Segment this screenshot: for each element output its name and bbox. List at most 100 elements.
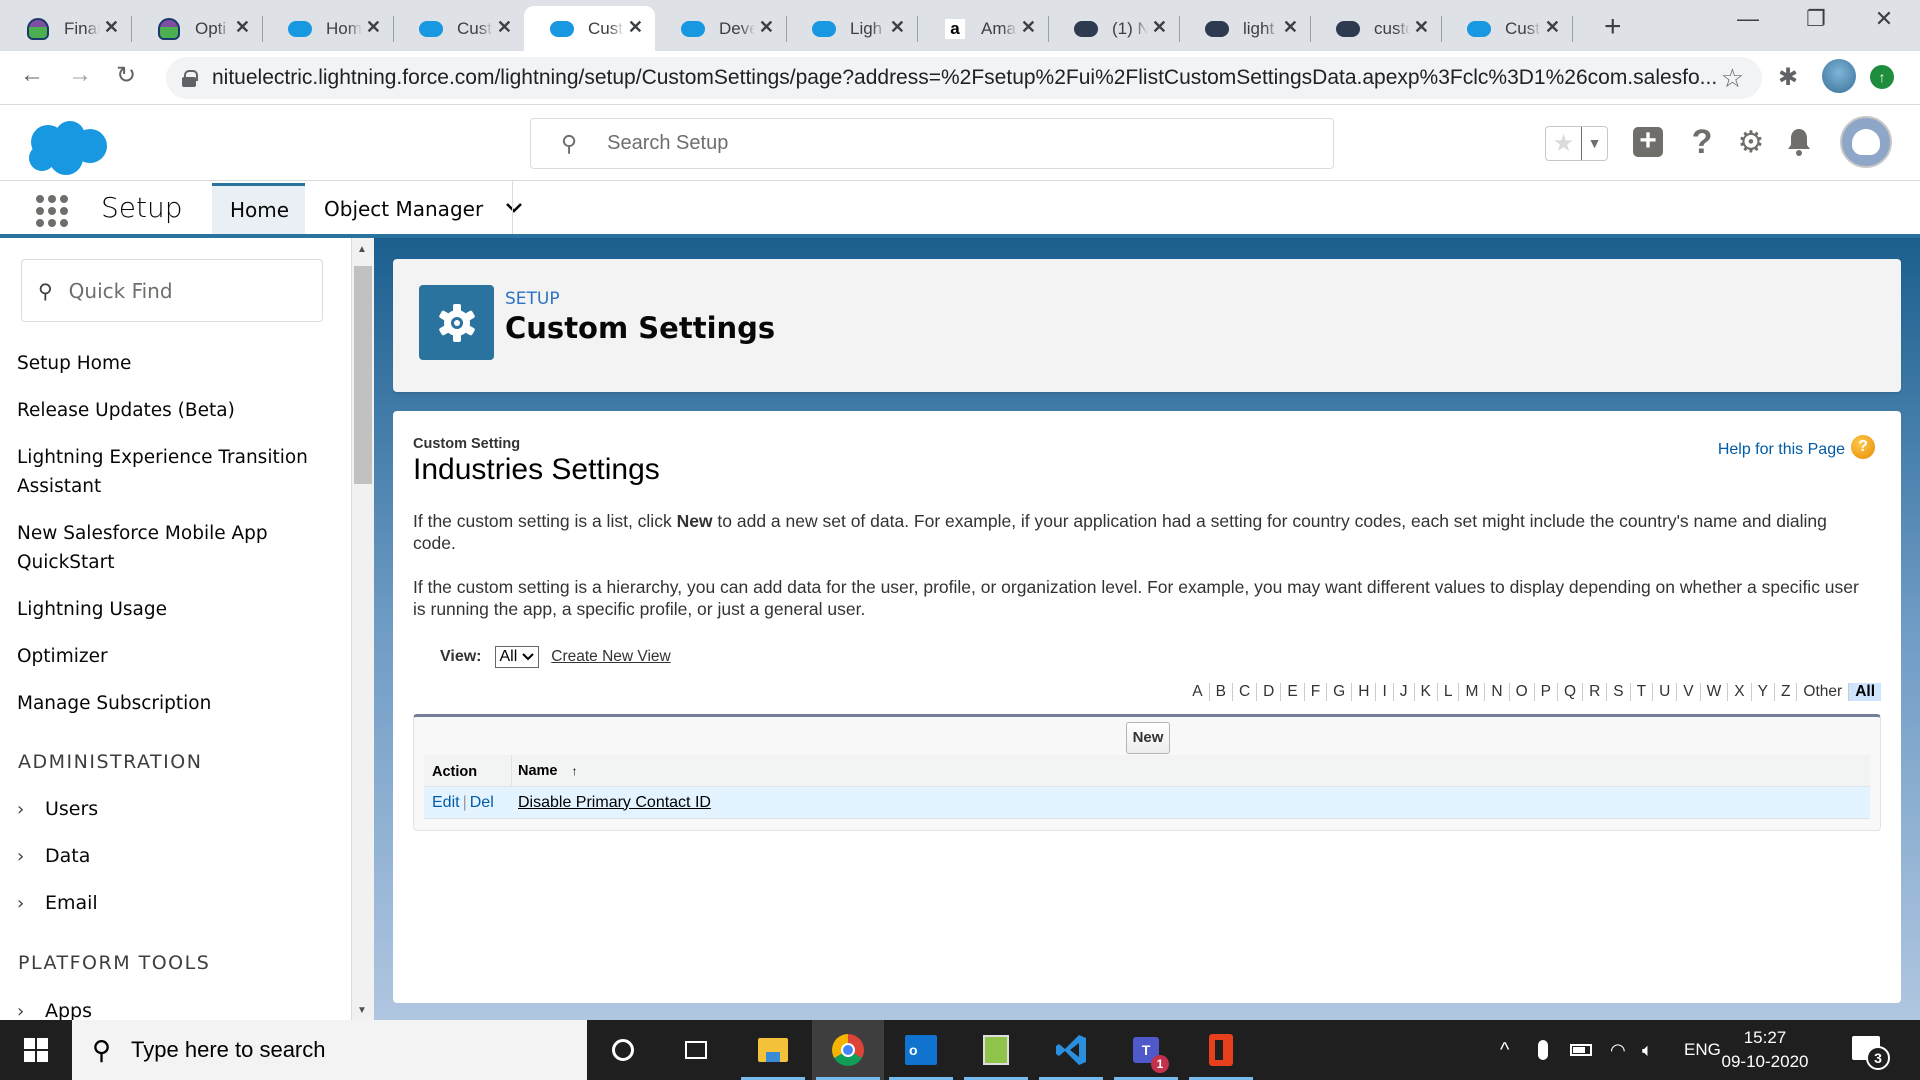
outlook-icon[interactable]: o xyxy=(885,1020,957,1080)
alpha-filter-other[interactable]: Other xyxy=(1797,683,1850,701)
battery-icon[interactable] xyxy=(1570,1020,1592,1080)
new-tab-button[interactable]: + xyxy=(1604,10,1622,44)
address-bar[interactable]: nituelectric.lightning.force.com/lightni… xyxy=(166,57,1762,99)
browser-tab[interactable]: Opti ✕ xyxy=(131,6,263,51)
favorites-button[interactable]: ★ ▼ xyxy=(1545,126,1608,161)
alpha-filter-i[interactable]: I xyxy=(1376,683,1394,701)
setup-search-input[interactable]: ⚲ Search Setup xyxy=(530,118,1334,169)
close-tab-icon[interactable]: ✕ xyxy=(104,17,119,38)
browser-tab[interactable]: Cust ✕ xyxy=(393,6,524,51)
chrome-icon[interactable] xyxy=(812,1020,884,1080)
delete-link[interactable]: Del xyxy=(470,794,494,811)
notepad-plus-plus-icon[interactable] xyxy=(960,1020,1032,1080)
close-tab-icon[interactable]: ✕ xyxy=(235,17,250,38)
alpha-filter-z[interactable]: Z xyxy=(1775,683,1798,701)
volume-icon[interactable]: 🔈︎ xyxy=(1642,1020,1653,1080)
alpha-filter-s[interactable]: S xyxy=(1607,683,1631,701)
sidebar-item-optimizer[interactable]: Optimizer xyxy=(17,642,317,671)
file-explorer-icon[interactable] xyxy=(737,1020,809,1080)
edit-link[interactable]: Edit xyxy=(432,794,460,811)
close-tab-icon[interactable]: ✕ xyxy=(1021,17,1036,38)
profile-avatar[interactable] xyxy=(1822,59,1856,93)
view-select[interactable]: All xyxy=(494,646,540,668)
bookmark-star-icon[interactable]: ☆ xyxy=(1721,63,1744,94)
salesforce-logo[interactable] xyxy=(24,118,110,178)
close-tab-icon[interactable]: ✕ xyxy=(1414,17,1429,38)
alpha-filter-d[interactable]: D xyxy=(1257,683,1282,701)
alpha-filter-h[interactable]: H xyxy=(1352,683,1377,701)
taskbar-search-box[interactable]: ⚲ Type here to search xyxy=(72,1020,587,1080)
alpha-filter-g[interactable]: G xyxy=(1327,683,1353,701)
browser-tab[interactable]: Cust ✕ xyxy=(1441,6,1573,51)
sidebar-item-release-updates[interactable]: Release Updates (Beta) xyxy=(17,396,317,425)
action-center-icon[interactable]: 3 xyxy=(1852,1036,1890,1070)
close-tab-icon[interactable]: ✕ xyxy=(1545,17,1560,38)
system-clock[interactable]: 15:27 09-10-2020 xyxy=(1710,1026,1820,1074)
alpha-filter-c[interactable]: C xyxy=(1233,683,1258,701)
help-icon[interactable]: ? xyxy=(1686,123,1718,161)
scroll-up-arrow-icon[interactable]: ▲ xyxy=(357,244,367,255)
close-tab-icon[interactable]: ✕ xyxy=(759,17,774,38)
alpha-filter-n[interactable]: N xyxy=(1485,683,1510,701)
chevron-right-icon[interactable]: › xyxy=(17,1001,45,1021)
sidebar-item-lightning-transition-assistant[interactable]: Lightning Experience Transition Assistan… xyxy=(17,443,327,501)
tab-home[interactable]: Home xyxy=(212,183,305,234)
alpha-filter-p[interactable]: P xyxy=(1535,683,1558,701)
alpha-filter-all[interactable]: All xyxy=(1849,683,1881,701)
sidebar-item-lightning-usage[interactable]: Lightning Usage xyxy=(17,595,317,624)
browser-tab[interactable]: Deve ✕ xyxy=(655,6,787,51)
alpha-filter-a[interactable]: A xyxy=(1186,683,1210,701)
close-tab-icon[interactable]: ✕ xyxy=(890,17,905,38)
quick-find-input[interactable]: ⚲ Quick Find xyxy=(21,259,323,322)
restore-button[interactable]: ❐ xyxy=(1786,6,1846,32)
browser-tab[interactable]: a Ama ✕ xyxy=(917,6,1049,51)
sidebar-tree-data[interactable]: › Data xyxy=(17,845,90,867)
alpha-filter-e[interactable]: E xyxy=(1281,683,1305,701)
back-arrow-icon[interactable]: ← xyxy=(20,61,44,89)
browser-tab[interactable]: Cust ✕ xyxy=(524,6,655,51)
minimize-button[interactable]: — xyxy=(1718,6,1778,32)
alpha-filter-t[interactable]: T xyxy=(1631,683,1654,701)
extensions-puzzle-icon[interactable]: ✱ xyxy=(1778,63,1798,92)
microphone-icon[interactable] xyxy=(1538,1020,1548,1080)
scrollbar-thumb[interactable] xyxy=(354,266,372,484)
alpha-filter-b[interactable]: B xyxy=(1210,683,1233,701)
chevron-right-icon[interactable]: › xyxy=(17,846,45,867)
alpha-filter-x[interactable]: X xyxy=(1728,683,1752,701)
create-new-view-link[interactable]: Create New View xyxy=(551,648,670,666)
wifi-icon[interactable]: ◠ xyxy=(1610,1020,1626,1080)
alpha-filter-o[interactable]: O xyxy=(1510,683,1535,701)
setup-gear-icon[interactable]: ⚙ xyxy=(1735,124,1767,160)
sidebar-item-mobile-quickstart[interactable]: New Salesforce Mobile App QuickStart xyxy=(17,519,287,577)
task-view-icon[interactable] xyxy=(660,1020,732,1080)
close-tab-icon[interactable]: ✕ xyxy=(1283,17,1298,38)
help-for-page-link[interactable]: Help for this Page xyxy=(1718,441,1845,459)
close-tab-icon[interactable]: ✕ xyxy=(1152,17,1167,38)
alpha-filter-r[interactable]: R xyxy=(1583,683,1608,701)
browser-tab[interactable]: custo ✕ xyxy=(1310,6,1442,51)
alpha-filter-f[interactable]: F xyxy=(1305,683,1328,701)
chevron-right-icon[interactable]: › xyxy=(17,893,45,914)
teams-icon[interactable]: T 1 xyxy=(1110,1020,1182,1080)
alpha-filter-w[interactable]: W xyxy=(1701,683,1729,701)
browser-tab[interactable]: Hom ✕ xyxy=(262,6,394,51)
close-tab-icon[interactable]: ✕ xyxy=(497,17,512,38)
sidebar-tree-apps[interactable]: › Apps xyxy=(17,1000,92,1020)
user-avatar[interactable] xyxy=(1840,116,1892,168)
chevron-right-icon[interactable]: › xyxy=(17,799,45,820)
sidebar-scrollbar[interactable]: ▲ ▼ xyxy=(352,238,374,1020)
new-button[interactable]: New xyxy=(1126,722,1170,754)
alpha-filter-j[interactable]: J xyxy=(1394,683,1415,701)
alpha-filter-m[interactable]: M xyxy=(1459,683,1486,701)
vscode-icon[interactable] xyxy=(1035,1020,1107,1080)
browser-tab[interactable]: Ligh ✕ xyxy=(786,6,918,51)
forward-arrow-icon[interactable]: → xyxy=(68,61,92,89)
chevron-down-icon[interactable] xyxy=(505,198,523,219)
office-icon[interactable] xyxy=(1185,1020,1257,1080)
browser-tab[interactable]: light ✕ xyxy=(1179,6,1311,51)
cortana-icon[interactable] xyxy=(587,1020,659,1080)
record-name-link[interactable]: Disable Primary Contact ID xyxy=(512,794,711,812)
start-button[interactable] xyxy=(0,1020,72,1080)
favorites-dropdown-icon[interactable]: ▼ xyxy=(1582,127,1607,160)
alpha-filter-v[interactable]: V xyxy=(1677,683,1701,701)
